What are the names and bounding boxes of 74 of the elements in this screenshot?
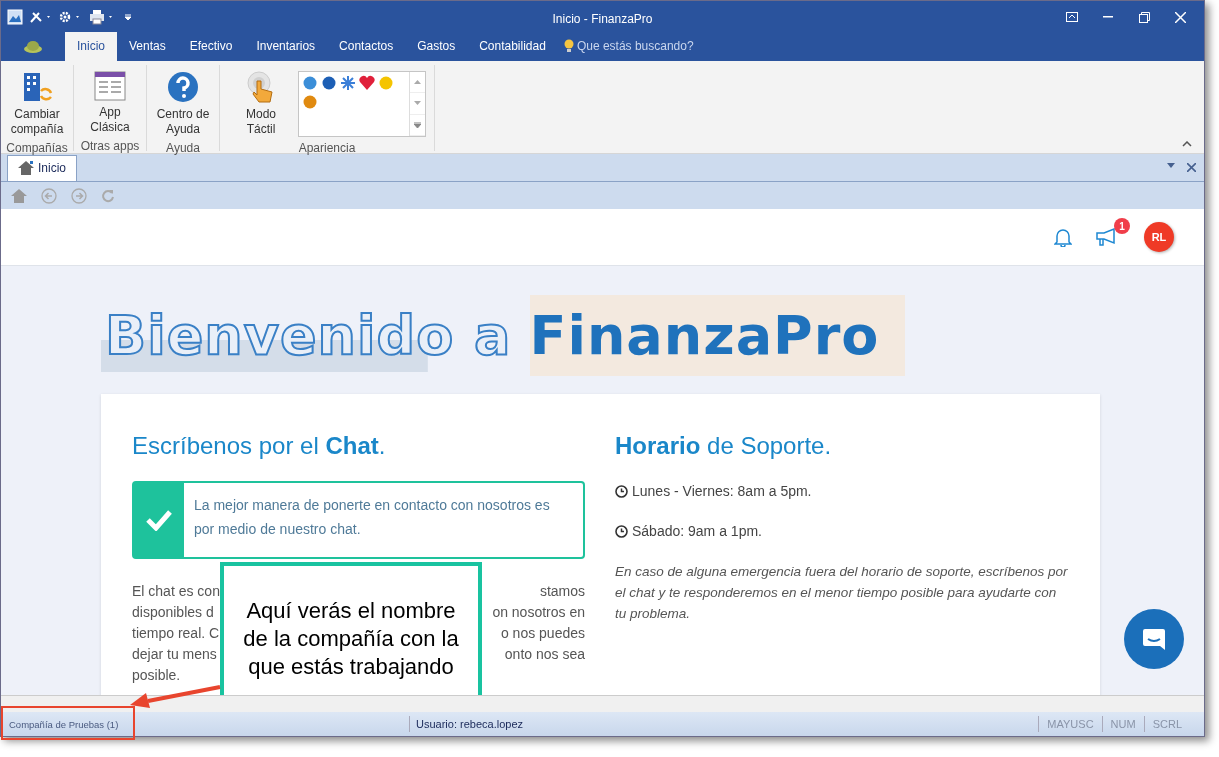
- theme-gallery[interactable]: [298, 71, 426, 137]
- status-indicator: MAYUSC: [1038, 715, 1102, 733]
- paragraph-text: o nos puedes: [500, 623, 585, 643]
- document-tab[interactable]: Inicio: [7, 155, 77, 181]
- ribbon-tab[interactable]: Contabilidad: [467, 32, 558, 61]
- paragraph-text: onto nos sea: [504, 644, 585, 664]
- ribbon-tab[interactable]: Ventas: [117, 32, 178, 61]
- expand-gallery-icon[interactable]: [414, 121, 421, 128]
- paragraph-text: on nosotros en: [492, 602, 585, 622]
- ribbon-button[interactable]: Centro de Ayuda: [150, 69, 216, 139]
- ribbon-tab[interactable]: Efectivo: [177, 32, 245, 61]
- bell-icon[interactable]: [1054, 227, 1072, 247]
- user-avatar[interactable]: RL: [1144, 222, 1174, 252]
- ribbon-tab[interactable]: Inventarios: [244, 32, 328, 61]
- ribbon-button[interactable]: Cambiar compañía: [4, 69, 70, 139]
- chat-heading: Escríbenos por el Chat.: [132, 432, 387, 461]
- ribbon-tab[interactable]: Gastos: [405, 32, 468, 61]
- horizontal-scrollbar[interactable]: [1, 695, 1204, 712]
- customize-icon[interactable]: [123, 12, 133, 22]
- help-icon: [167, 71, 199, 103]
- home-icon[interactable]: [11, 188, 27, 203]
- ribbon-tab[interactable]: Inicio: [65, 32, 117, 61]
- restore-icon: [1138, 11, 1150, 23]
- paragraph-text: tiempo real. C: [132, 623, 220, 643]
- support-note: En caso de alguna emergencia fuera del horario de soporte, escríbenos por el chat y te responderemos en el menor tiempo posible para ayudarte con tu problema.: [615, 562, 1069, 623]
- group-label: Otras apps: [80, 138, 140, 155]
- minimize-icon: [1103, 16, 1113, 18]
- search-field[interactable]: Que estás buscando?: [557, 37, 694, 61]
- touch-hand-icon: [246, 71, 276, 103]
- clock-icon: [615, 524, 628, 538]
- scroll-up-icon[interactable]: [414, 80, 421, 85]
- app-logo-icon[interactable]: [7, 9, 23, 25]
- support-heading: Horario de Soporte.: [615, 432, 833, 461]
- tools-icon[interactable]: [29, 10, 53, 24]
- status-indicator: SCRL: [1143, 715, 1190, 733]
- home-icon: [18, 161, 34, 175]
- group-label: Apariencia: [298, 140, 356, 157]
- paragraph-text: stamos: [539, 581, 585, 601]
- ribbon-button[interactable]: Modo Táctil: [228, 69, 294, 139]
- ribbon-display-icon: [1066, 12, 1078, 22]
- welcome-title-brand: FinanzaPro: [529, 295, 906, 376]
- check-icon: [145, 508, 173, 531]
- chat-icon: [1141, 626, 1167, 652]
- paragraph-text: dejar tu mens: [132, 644, 217, 664]
- collapse-ribbon-icon[interactable]: [1182, 141, 1192, 147]
- paragraph-text: posible.: [132, 665, 181, 685]
- building-icon: [21, 71, 53, 103]
- close-icon[interactable]: [1187, 163, 1196, 172]
- megaphone-icon[interactable]: [1096, 227, 1118, 246]
- heart-icon[interactable]: [359, 75, 375, 91]
- dropdown-icon[interactable]: [1167, 163, 1175, 168]
- clock-icon: [615, 484, 628, 498]
- lightbulb-icon: [563, 39, 574, 53]
- close-icon: [1174, 11, 1186, 23]
- callout-annotation: Aquí verás el nombre de la compañía con la que estás trabajando: [220, 562, 482, 695]
- chat-launcher-button[interactable]: [1124, 609, 1184, 669]
- snowflake-icon[interactable]: [340, 75, 356, 91]
- notification-badge: 1: [1114, 218, 1130, 234]
- ribbon-button[interactable]: App Clásica: [77, 69, 143, 137]
- company-name: Compañía de Pruebas (1): [9, 718, 119, 730]
- window-title: Inicio - FinanzaPro: [552, 11, 653, 28]
- scroll-down-icon[interactable]: [414, 101, 421, 106]
- hours-text: Lunes - Viernes: 8am a 5pm.: [632, 481, 812, 501]
- window-icon: [94, 71, 126, 101]
- ribbon-tab[interactable]: Contactos: [327, 32, 406, 61]
- hours-text: Sábado: 9am a 1pm.: [632, 521, 762, 541]
- status-indicator: NUM: [1101, 715, 1144, 733]
- chat-alert-text: La mejor manera de ponerte en contacto con nosotros es por medio de nuestro chat.: [193, 495, 551, 539]
- group-label: Ayuda: [166, 140, 200, 157]
- group-label: Compañías: [6, 140, 68, 157]
- paragraph-text: disponibles d: [132, 602, 214, 622]
- user-name: Usuario: rebeca.lopez: [409, 715, 523, 733]
- paragraph-text: El chat es con: [132, 581, 220, 601]
- app-menu-icon[interactable]: [23, 39, 43, 53]
